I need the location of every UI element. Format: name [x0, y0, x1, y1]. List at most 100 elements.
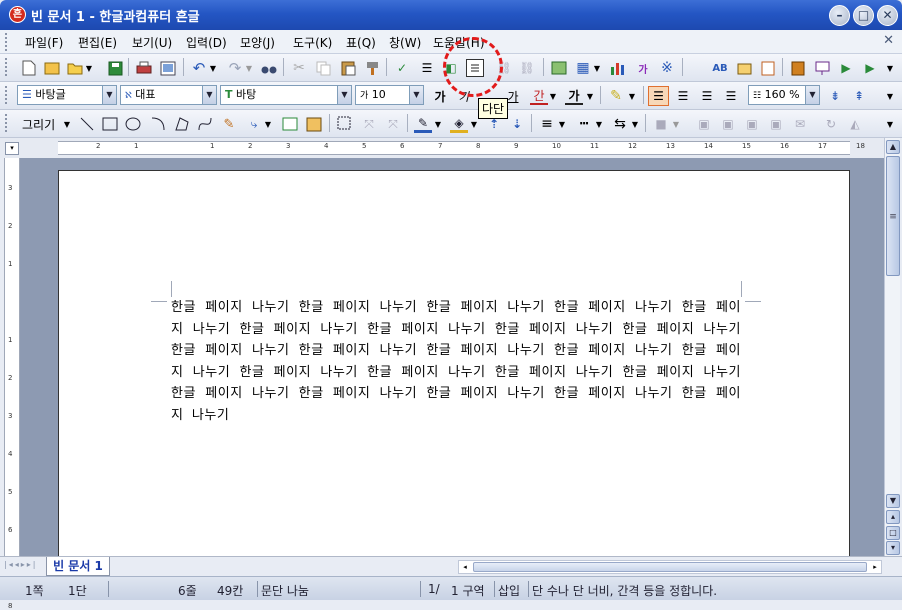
- redo-icon[interactable]: ↷: [226, 59, 244, 77]
- line-style-dropdown-icon[interactable]: ▼: [557, 115, 567, 133]
- font-category-select[interactable]: ℵ 대표 ▼: [120, 85, 217, 105]
- toolbar-overflow-icon[interactable]: ▼: [884, 115, 896, 133]
- curve-tool-icon[interactable]: [196, 115, 214, 133]
- scroll-left-icon[interactable]: ◂: [459, 561, 471, 573]
- tab-nav-arrows-icon[interactable]: |◂◂▸▸|: [4, 560, 44, 574]
- line-tool-icon[interactable]: [78, 115, 96, 133]
- polygon-tool-icon[interactable]: [173, 115, 191, 133]
- increase-indent-icon[interactable]: ⇟: [826, 87, 844, 105]
- play-first-icon[interactable]: ▶: [837, 59, 855, 77]
- document-page[interactable]: 한글 페이지 나누기 한글 페이지 나누기 한글 페이지 나누기 한글 페이지 …: [58, 170, 850, 570]
- scroll-down-icon[interactable]: ▼: [886, 494, 900, 508]
- new-document-icon[interactable]: [20, 59, 38, 77]
- rotate-objects-icon[interactable]: ⤧: [360, 115, 378, 133]
- save-icon[interactable]: [106, 59, 124, 77]
- shadow-icon[interactable]: ■: [652, 115, 670, 133]
- select-objects-icon[interactable]: [336, 115, 354, 133]
- fill-color-icon[interactable]: ◈: [450, 115, 468, 133]
- dash-style-dropdown-icon[interactable]: ▼: [594, 115, 604, 133]
- rotate-icon[interactable]: ↻: [822, 115, 840, 133]
- connector-tool-icon[interactable]: ⤷: [245, 115, 263, 133]
- shadow-dropdown-icon[interactable]: ▼: [671, 115, 681, 133]
- scroll-up-icon[interactable]: ▲: [886, 140, 900, 154]
- decrease-indent-icon[interactable]: ⇞: [850, 87, 868, 105]
- arc-tool-icon[interactable]: [149, 115, 167, 133]
- horizontal-scroll-thumb[interactable]: [473, 562, 867, 572]
- tab-document-1[interactable]: 빈 문서 1: [46, 557, 110, 576]
- page-select-icon[interactable]: □: [886, 526, 900, 540]
- line-spacing-select[interactable]: ☷ 160 % ▼: [748, 85, 820, 105]
- book-icon[interactable]: [789, 59, 807, 77]
- chevron-down-icon[interactable]: ▼: [337, 86, 351, 104]
- status-insert-mode[interactable]: 삽입: [498, 582, 520, 599]
- chevron-down-icon[interactable]: ▼: [805, 86, 819, 104]
- mail-merge-icon[interactable]: [735, 59, 753, 77]
- outline-dropdown-icon[interactable]: ▼: [585, 87, 595, 105]
- flip-icon[interactable]: ◭: [846, 115, 864, 133]
- font-size-select[interactable]: 가 10 ▼: [355, 85, 424, 105]
- minimize-icon[interactable]: –: [829, 5, 850, 26]
- chevron-down-icon[interactable]: ▼: [102, 86, 116, 104]
- strikethrough-button[interactable]: 간: [530, 87, 548, 105]
- image-frame-icon[interactable]: [305, 115, 323, 133]
- ungroup-icon[interactable]: ▣: [743, 115, 761, 133]
- spell-check-icon[interactable]: ✓: [393, 59, 411, 77]
- draw-menu-label[interactable]: 그리기: [22, 116, 55, 133]
- center-align-button[interactable]: ☰: [698, 87, 716, 105]
- strike-dropdown-icon[interactable]: ▼: [548, 87, 558, 105]
- previous-page-icon[interactable]: ▴: [886, 510, 900, 524]
- arrow-style-dropdown-icon[interactable]: ▼: [630, 115, 640, 133]
- cut-icon[interactable]: ✂: [290, 59, 308, 77]
- chevron-down-icon[interactable]: ▼: [202, 86, 216, 104]
- arrow-style-icon[interactable]: ⇆: [611, 115, 629, 133]
- vertical-ruler[interactable]: 32112345678: [4, 158, 20, 610]
- pen-tool-icon[interactable]: ✎: [220, 115, 238, 133]
- print-icon[interactable]: [135, 59, 153, 77]
- toolbar-grip[interactable]: [5, 114, 8, 132]
- toolbar-grip[interactable]: [5, 86, 8, 104]
- line-color-dropdown-icon[interactable]: ▼: [433, 115, 443, 133]
- left-align-button[interactable]: ☰: [674, 87, 692, 105]
- scroll-right-icon[interactable]: ▸: [869, 561, 881, 573]
- outline-button[interactable]: 가: [565, 87, 583, 105]
- play-second-icon[interactable]: ▶: [861, 59, 879, 77]
- chevron-down-icon[interactable]: ▼: [409, 86, 423, 104]
- align-objects-icon[interactable]: ▣: [695, 115, 713, 133]
- menu-table[interactable]: 표(Q): [346, 34, 376, 51]
- menu-window[interactable]: 창(W): [389, 34, 421, 51]
- menu-insert[interactable]: 입력(D): [186, 34, 227, 51]
- text-art-icon[interactable]: 가: [634, 59, 652, 77]
- undo-icon[interactable]: ↶: [190, 59, 208, 77]
- app-logo-icon[interactable]: 흔: [9, 6, 26, 23]
- chart-icon[interactable]: [609, 59, 627, 77]
- menu-view[interactable]: 보기(U): [132, 34, 172, 51]
- menu-format[interactable]: 모양(J): [240, 34, 275, 51]
- redo-dropdown-icon[interactable]: ▼: [244, 59, 254, 77]
- highlight-dropdown-icon[interactable]: ▼: [627, 87, 637, 105]
- menu-file[interactable]: 파일(F): [25, 34, 63, 51]
- copy-icon[interactable]: [314, 59, 332, 77]
- abc-icon[interactable]: AB: [711, 59, 729, 77]
- style-select[interactable]: ☰ 바탕글 ▼: [17, 85, 117, 105]
- bold-button[interactable]: 가: [431, 87, 449, 105]
- menu-edit[interactable]: 편집(E): [78, 34, 117, 51]
- ellipse-tool-icon[interactable]: [124, 115, 142, 133]
- undo-dropdown-icon[interactable]: ▼: [208, 59, 218, 77]
- rectangle-tool-icon[interactable]: [101, 115, 119, 133]
- menu-tools[interactable]: 도구(K): [293, 34, 332, 51]
- scroll-thumb[interactable]: ≡: [886, 156, 900, 276]
- horizontal-ruler[interactable]: 2 1 1 2 3 4 5 6 7 8 9 10 11 12 13 14 15 16 17 18: [58, 141, 865, 155]
- print-preview-icon[interactable]: [159, 59, 177, 77]
- vertical-scrollbar[interactable]: ▲ ≡ ▼ ▴ □ ▾: [884, 138, 900, 556]
- paragraph-format-icon[interactable]: ☰: [418, 59, 436, 77]
- close-icon[interactable]: ✕: [877, 5, 898, 26]
- toolbar-grip[interactable]: [5, 58, 8, 76]
- dash-style-icon[interactable]: ┅: [575, 115, 593, 133]
- frame-icon[interactable]: ▣: [767, 115, 785, 133]
- justify-align-button[interactable]: ☰: [648, 86, 669, 106]
- find-icon[interactable]: [260, 59, 278, 77]
- line-color-icon[interactable]: ✎: [414, 115, 432, 133]
- symbol-icon[interactable]: ※: [658, 59, 676, 77]
- horizontal-scrollbar[interactable]: ◂ ▸: [458, 560, 882, 574]
- mail-icon[interactable]: ✉: [791, 115, 809, 133]
